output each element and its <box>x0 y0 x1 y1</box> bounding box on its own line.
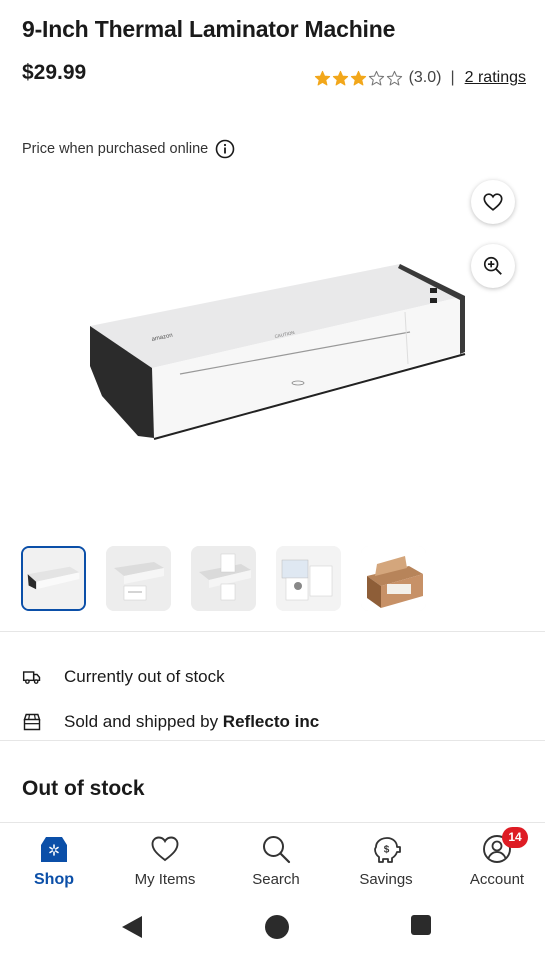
nav-savings[interactable]: $ Savings <box>336 833 436 888</box>
piggy-bank-icon: $ <box>374 837 401 863</box>
nav-account-label: Account <box>469 871 525 888</box>
nav-shop[interactable]: Shop <box>4 833 104 889</box>
thumbnail-1[interactable] <box>21 546 86 611</box>
thumbnail-2[interactable] <box>106 546 171 611</box>
nav-my-items-label: My Items <box>134 871 196 888</box>
search-icon <box>263 836 291 864</box>
price-note-text: Price when purchased online <box>22 141 209 157</box>
seller-name[interactable]: Reflecto inc <box>223 712 319 731</box>
store-icon <box>23 713 41 731</box>
stock-status-text: Currently out of stock <box>64 667 225 686</box>
notification-badge: 14 <box>502 827 528 848</box>
laminator-thumb-image <box>23 548 84 609</box>
nav-savings-label: Savings <box>359 871 413 888</box>
thumbnail-3[interactable] <box>191 546 256 611</box>
price-note: Price when purchased online <box>22 139 235 159</box>
rating-separator: | <box>450 69 455 86</box>
favorite-button[interactable] <box>471 180 515 224</box>
laminator-with-card-image <box>106 546 171 611</box>
nav-shop-label: Shop <box>34 871 74 888</box>
svg-text:$: $ <box>384 845 390 856</box>
recents-icon[interactable] <box>410 914 432 936</box>
sold-by-prefix: Sold and shipped by <box>64 712 223 731</box>
seller-row: Sold and shipped by Reflecto inc <box>22 712 319 732</box>
nav-account[interactable]: 14 Account <box>447 827 545 888</box>
zoom-in-icon <box>483 256 502 275</box>
divider <box>0 740 545 741</box>
star-rating <box>314 70 403 87</box>
star-filled-icon <box>332 70 348 85</box>
product-image[interactable]: amazon CAUTION <box>80 256 470 446</box>
stock-status-row: Currently out of stock <box>22 667 225 687</box>
rating-value: (3.0) <box>408 69 442 86</box>
star-filled-icon <box>350 70 366 85</box>
star-filled-icon <box>314 70 330 85</box>
heart-icon <box>483 193 503 211</box>
laminator-feeding-image <box>191 546 256 611</box>
product-title: 9-Inch Thermal Laminator Machine <box>22 16 396 42</box>
ratings-link[interactable]: 2 ratings <box>465 69 526 87</box>
nav-search-label: Search <box>252 871 300 888</box>
box-packaging-image <box>361 546 426 611</box>
sold-by-text: Sold and shipped by Reflecto inc <box>64 712 319 732</box>
spark-store-icon <box>41 837 67 862</box>
home-icon[interactable] <box>264 914 290 940</box>
thumbnail-strip <box>21 546 426 611</box>
out-of-stock-heading: Out of stock <box>22 777 145 800</box>
product-price: $29.99 <box>22 61 87 84</box>
delivery-truck-icon <box>22 671 41 684</box>
system-navigation-bar <box>0 896 545 960</box>
back-icon[interactable] <box>120 914 144 940</box>
thumbnail-4[interactable] <box>276 546 341 611</box>
heart-icon <box>151 836 179 862</box>
star-empty-icon <box>386 70 402 85</box>
thumbnail-5[interactable] <box>361 546 426 611</box>
star-empty-icon <box>368 70 384 85</box>
divider <box>0 631 545 632</box>
nav-my-items[interactable]: My Items <box>115 833 215 888</box>
info-icon[interactable] <box>215 139 235 159</box>
bottom-nav: Shop My Items Search $ Savings 14 Accoun… <box>0 822 545 892</box>
nav-search[interactable]: Search <box>226 833 326 888</box>
zoom-button[interactable] <box>471 244 515 288</box>
laminated-documents-image <box>276 546 341 611</box>
rating-summary: (3.0) | 2 ratings <box>314 69 526 87</box>
